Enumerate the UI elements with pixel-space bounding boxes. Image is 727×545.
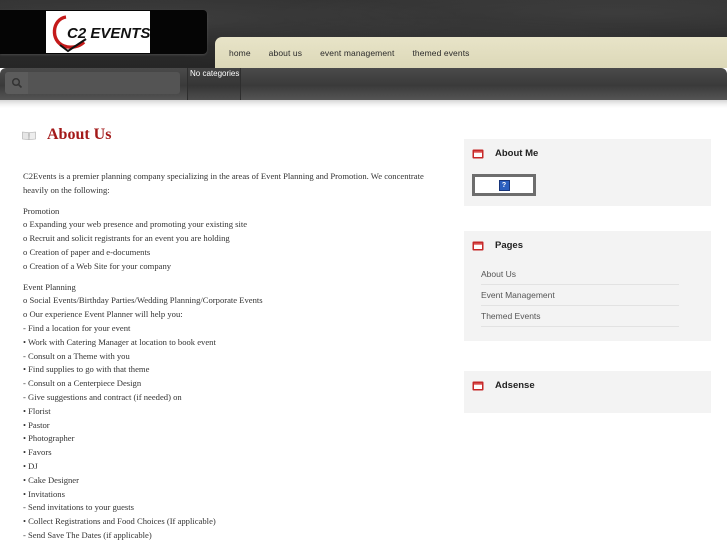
widget-header: Pages [472,240,523,251]
list-item: - Send invitations to your guests [23,502,134,513]
list-item: • Photographer [23,433,75,444]
broken-image-icon: ? [498,179,510,191]
promotion-section: Promotion o Expanding your web presence … [23,205,448,274]
article-body: C2Events is a premier planning company s… [23,170,448,545]
widget-title: Adsense [495,380,535,391]
nav-themed-events[interactable]: themed events [403,48,478,58]
logo-text: C2 EVENTS [67,25,150,42]
list-item: o Social Events/Birthday Parties/Wedding… [23,295,263,306]
list-item: - Consult on a Centerpiece Design [23,378,142,389]
list-item: • Cake Designer [23,474,79,485]
site-logo[interactable]: C2 EVENTS [46,11,150,53]
event-planning-section: Event Planning o Social Events/Birthday … [23,281,448,543]
intro-paragraph: C2Events is a premier planning company s… [23,170,448,198]
categories-label: No categories [190,69,240,78]
list-item: o Recruit and solicit registrants for an… [23,233,230,244]
search-button[interactable] [5,72,28,94]
book-icon [22,131,36,140]
list-item: o Creation of a Web Site for your compan… [23,260,172,271]
list-item: - Consult on a Theme with you [23,350,130,361]
pages-widget: Pages About Us Event Management Themed E… [464,231,711,341]
widget-header: Adsense [472,380,535,391]
text-line: C2Events is a premier planning company s… [23,171,424,181]
nav-home[interactable]: home [220,48,260,58]
logo-graphic: C2 EVENTS [46,11,150,53]
section-heading: Promotion [23,205,60,216]
search-input[interactable] [28,72,180,94]
nav-about-us[interactable]: about us [260,48,311,58]
page-title: About Us [47,126,112,143]
list-item: - Give suggestions and contract (if need… [23,391,182,402]
adsense-widget: Adsense [464,371,711,413]
list-item: - Find a location for your event [23,322,131,333]
about-me-widget: About Me ? [464,139,711,206]
list-item: o Creation of paper and e-documents [23,246,151,257]
pages-list: About Us Event Management Themed Events [481,264,679,327]
list-item: o Expanding your web presence and promot… [23,219,248,230]
widget-title: About Me [495,148,539,159]
folder-icon [472,149,484,159]
list-item: o Our experience Event Planner will help… [23,309,183,320]
strip-shadow [0,100,727,108]
page-link-about-us[interactable]: About Us [481,264,679,285]
list-item: • DJ [23,460,38,471]
list-item: • Pastor [23,419,50,430]
folder-icon [472,381,484,391]
list-item: • Florist [23,405,51,416]
image-frame-inner: ? [475,177,533,193]
folder-icon [472,241,484,251]
list-item: • Find supplies to go with that theme [23,364,150,375]
widget-title: Pages [495,240,523,251]
main-nav: home about us event management themed ev… [215,37,727,68]
page-link-themed-events[interactable]: Themed Events [481,306,679,327]
widget-header: About Me [472,148,538,159]
section-heading: Event Planning [23,281,76,292]
about-me-image[interactable]: ? [472,174,536,196]
list-item: • Invitations [23,488,65,499]
list-item: • Work with Catering Manager at location… [23,336,216,347]
search-icon [11,77,22,89]
page-title-row: About Us [22,125,111,145]
list-item: - Send Save The Dates (if applicable) [23,529,152,540]
list-item: • Favors [23,447,52,458]
nav-event-management[interactable]: event management [311,48,403,58]
list-item: • Collect Registrations and Food Choices… [23,516,216,527]
page-link-event-management[interactable]: Event Management [481,285,679,306]
text-line: heavily on the following: [23,184,110,195]
